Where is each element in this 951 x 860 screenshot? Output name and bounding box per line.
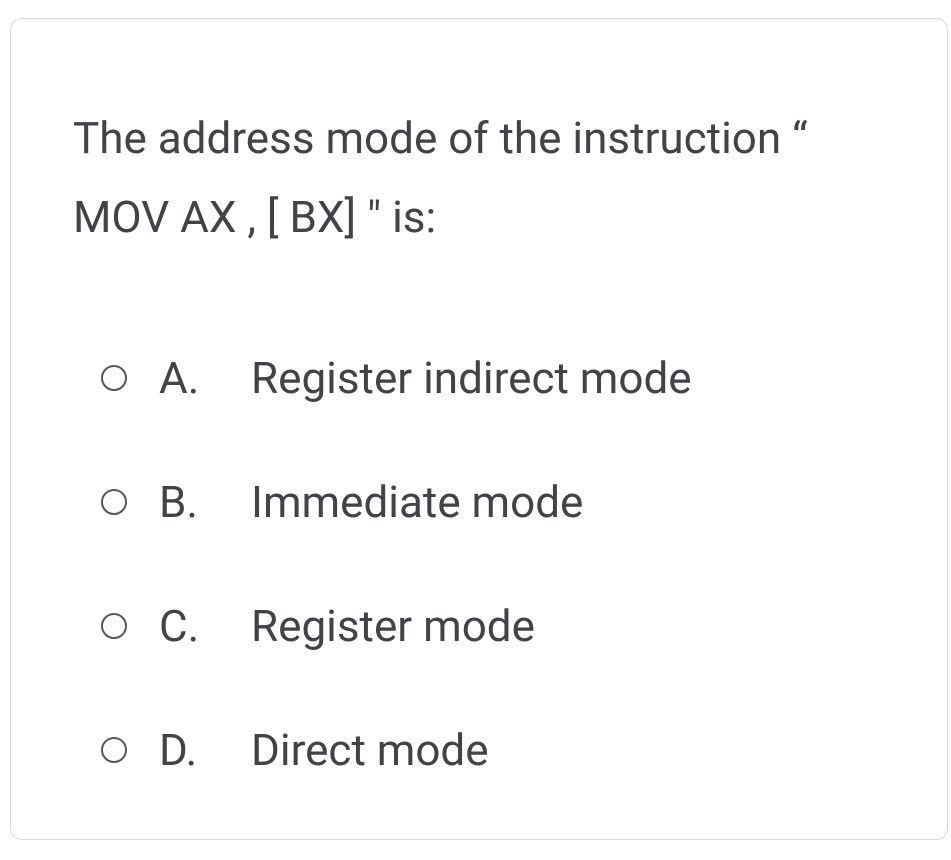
option-b[interactable]: B. Immediate mode bbox=[101, 476, 887, 528]
question-card: The address mode of the instruction “ MO… bbox=[10, 18, 948, 840]
radio-icon[interactable] bbox=[101, 489, 127, 515]
option-a[interactable]: A. Register indirect mode bbox=[101, 352, 887, 404]
option-letter: D. bbox=[159, 724, 219, 776]
option-text: Register indirect mode bbox=[251, 352, 692, 404]
option-letter: C. bbox=[159, 600, 219, 652]
option-text: Register mode bbox=[251, 600, 535, 652]
option-d[interactable]: D. Direct mode bbox=[101, 724, 887, 776]
radio-icon[interactable] bbox=[101, 613, 127, 639]
option-text: Direct mode bbox=[251, 724, 489, 776]
option-letter: A. bbox=[159, 352, 219, 404]
question-text: The address mode of the instruction “ MO… bbox=[73, 99, 887, 257]
radio-icon[interactable] bbox=[101, 365, 127, 391]
options-list: A. Register indirect mode B. Immediate m… bbox=[73, 352, 887, 776]
radio-icon[interactable] bbox=[101, 737, 127, 763]
option-text: Immediate mode bbox=[251, 476, 583, 528]
option-c[interactable]: C. Register mode bbox=[101, 600, 887, 652]
option-letter: B. bbox=[159, 476, 219, 528]
